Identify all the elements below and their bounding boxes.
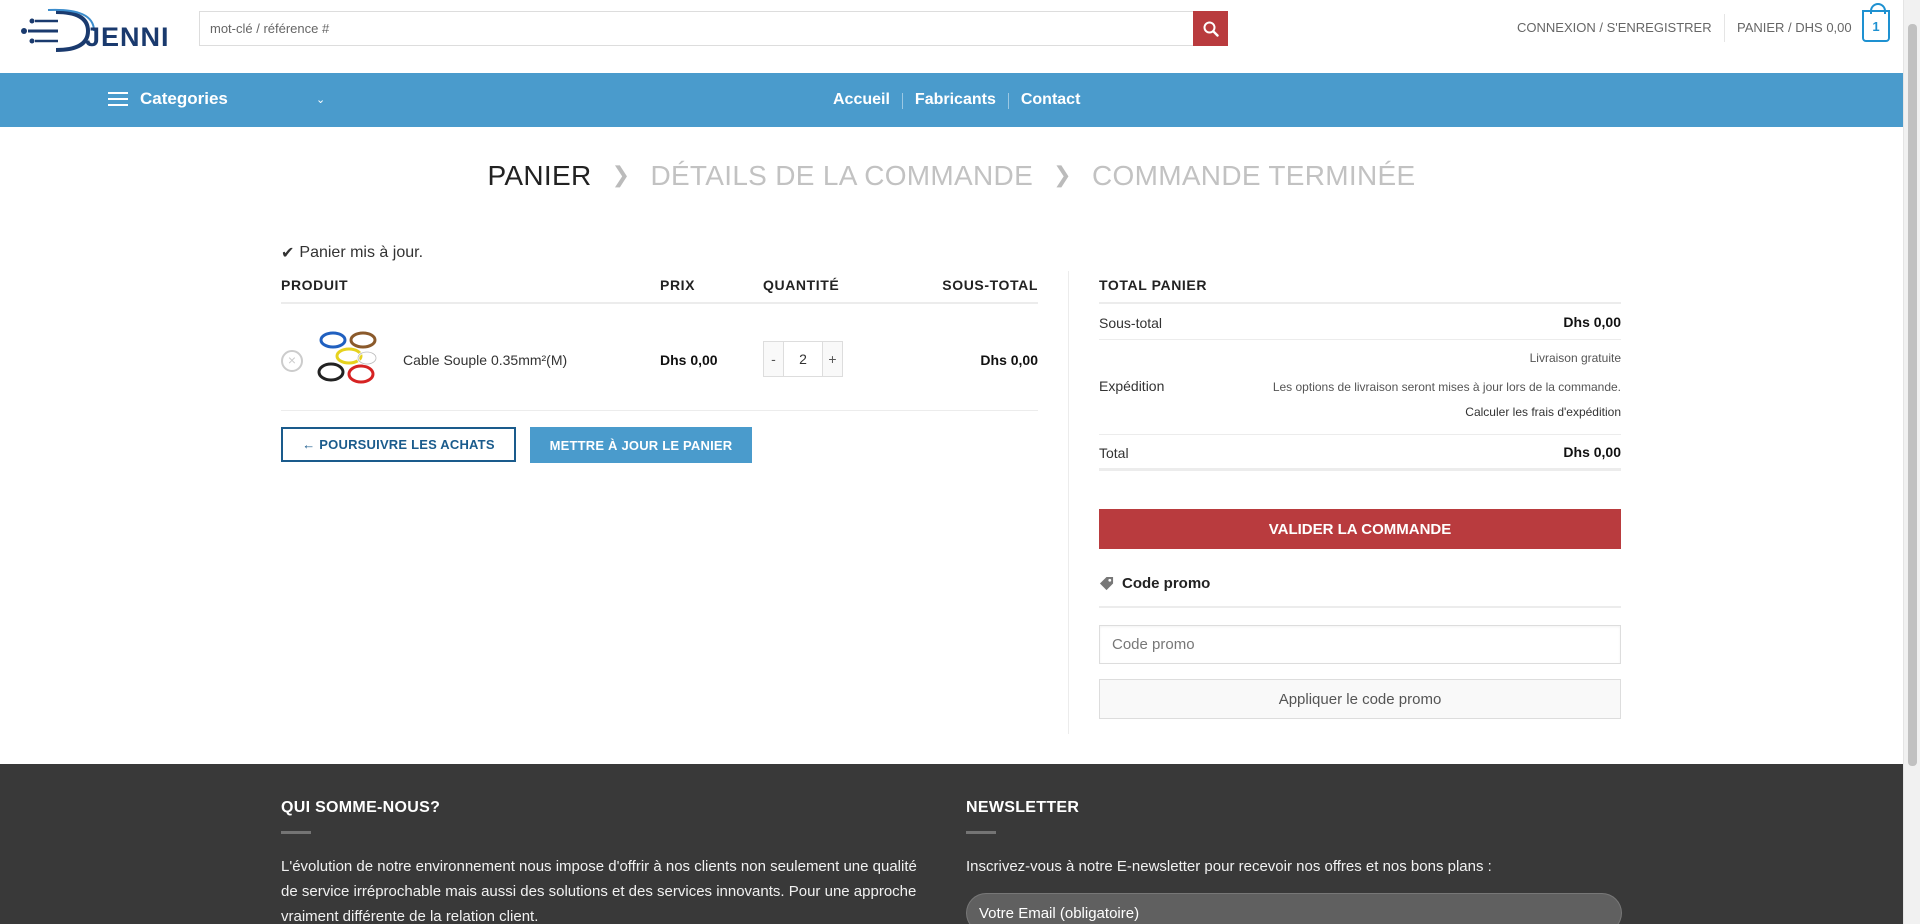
logo[interactable]: JENNI bbox=[18, 6, 170, 52]
search-button[interactable] bbox=[1193, 11, 1228, 46]
column-header-product: PRODUIT bbox=[281, 277, 349, 293]
checkout-button[interactable]: VALIDER LA COMMANDE bbox=[1099, 509, 1621, 549]
cart-totals: TOTAL PANIER Sous-total Dhs 0,00 Expédit… bbox=[1099, 277, 1621, 471]
remove-item-button[interactable]: × bbox=[281, 350, 303, 372]
chevron-right-icon: ❯ bbox=[611, 162, 631, 187]
column-header-quantity: QUANTITÉ bbox=[763, 277, 840, 293]
cart-updated-notice: ✔ Panier mis à jour. bbox=[281, 243, 423, 263]
footer-newsletter-title: NEWSLETTER bbox=[966, 799, 1080, 816]
site-footer: QUI SOMME-NOUS? L'évolution de notre env… bbox=[0, 764, 1903, 924]
page-scrollbar[interactable] bbox=[1903, 0, 1920, 924]
page: JENNI CONNEXION / S'ENREGISTRER PANIER /… bbox=[0, 0, 1903, 924]
product-subtotal: Dhs 0,00 bbox=[980, 352, 1038, 368]
checkout-breadcrumb: PANIER ❯ DÉTAILS DE LA COMMANDE ❯ COMMAN… bbox=[0, 160, 1903, 192]
login-link[interactable]: CONNEXION / S'ENREGISTRER bbox=[1517, 20, 1712, 35]
total-row: Total Dhs 0,00 bbox=[1099, 435, 1621, 471]
subtotal-row: Sous-total Dhs 0,00 bbox=[1099, 304, 1621, 340]
continue-shopping-button[interactable]: ← POURSUIVRE LES ACHATS bbox=[281, 427, 516, 462]
checkmark-icon: ✔ bbox=[281, 245, 295, 262]
header-divider bbox=[1724, 14, 1725, 42]
apply-promo-button[interactable]: Appliquer le code promo bbox=[1099, 679, 1621, 719]
search-input[interactable] bbox=[200, 12, 1193, 45]
nav-links: Accueil Fabricants Contact bbox=[833, 91, 1080, 109]
footer-about: QUI SOMME-NOUS? L'évolution de notre env… bbox=[281, 799, 931, 924]
cart-icon[interactable]: 1 bbox=[1862, 3, 1890, 42]
shipping-details: Livraison gratuite Les options de livrai… bbox=[1273, 344, 1621, 427]
footer-about-text: L'évolution de notre environnement nous … bbox=[281, 858, 917, 924]
quantity-plus-button[interactable]: + bbox=[822, 341, 843, 377]
quantity-stepper: - 2 + bbox=[763, 341, 843, 377]
promo-divider bbox=[1099, 606, 1621, 608]
total-value: Dhs 0,00 bbox=[1563, 444, 1621, 460]
quantity-input[interactable]: 2 bbox=[784, 341, 822, 377]
site-header: JENNI CONNEXION / S'ENREGISTRER PANIER /… bbox=[0, 0, 1903, 73]
categories-menu[interactable]: Categories bbox=[108, 89, 228, 109]
breadcrumb-order-complete: COMMANDE TERMINÉE bbox=[1091, 160, 1416, 191]
shipping-row: Expédition Livraison gratuite Les option… bbox=[1099, 340, 1621, 435]
search-icon bbox=[1203, 21, 1219, 37]
footer-about-title: QUI SOMME-NOUS? bbox=[281, 799, 441, 816]
product-thumbnail[interactable] bbox=[317, 328, 381, 390]
promo-title: Code promo bbox=[1122, 575, 1211, 592]
product-price: Dhs 0,00 bbox=[660, 352, 718, 368]
notice-text: Panier mis à jour. bbox=[299, 244, 424, 261]
chevron-right-icon: ❯ bbox=[1053, 162, 1072, 187]
breadcrumb-cart[interactable]: PANIER bbox=[488, 160, 592, 191]
footer-newsletter-text: Inscrivez-vous à notre E-newsletter pour… bbox=[966, 858, 1492, 875]
product-name-link[interactable]: Cable Souple 0.35mm²(M) bbox=[403, 352, 567, 368]
shipping-label: Expédition bbox=[1099, 378, 1165, 394]
breadcrumb-order-details[interactable]: DÉTAILS DE LA COMMANDE bbox=[650, 160, 1033, 191]
cable-image bbox=[317, 331, 378, 384]
promo-heading: Code promo bbox=[1099, 575, 1210, 592]
search-bar bbox=[199, 11, 1228, 46]
subtotal-value: Dhs 0,00 bbox=[1563, 314, 1621, 330]
cart-count-badge: 1 bbox=[1872, 18, 1880, 34]
nav-item-contact[interactable]: Contact bbox=[1021, 91, 1081, 109]
scrollbar-thumb[interactable] bbox=[1908, 24, 1917, 766]
column-divider bbox=[1068, 271, 1069, 734]
column-header-price: PRIX bbox=[660, 277, 696, 293]
cart-row: × Cable Souple 0.35mm²(M) Dhs 0,00 - 2 + bbox=[281, 304, 1038, 411]
shipping-method: Livraison gratuite bbox=[1529, 351, 1621, 365]
total-label: Total bbox=[1099, 445, 1129, 461]
tag-icon bbox=[1099, 576, 1114, 591]
chevron-down-icon[interactable]: ⌄ bbox=[316, 93, 325, 106]
footer-title-bar bbox=[966, 831, 996, 834]
promo-code-input[interactable] bbox=[1099, 625, 1621, 664]
shipping-calculator-link[interactable]: Calculer les frais d'expédition bbox=[1273, 398, 1621, 427]
nav-divider bbox=[901, 93, 903, 109]
cart-link[interactable]: PANIER / DHS 0,00 bbox=[1737, 20, 1852, 35]
nav-item-fabricants[interactable]: Fabricants bbox=[915, 91, 996, 109]
quantity-minus-button[interactable]: - bbox=[763, 341, 784, 377]
column-header-subtotal: SOUS-TOTAL bbox=[942, 277, 1038, 293]
newsletter-email-field[interactable]: Votre Email (obligatoire) bbox=[966, 893, 1622, 924]
main-nav: Categories ⌄ Accueil Fabricants Contact bbox=[0, 73, 1903, 127]
nav-item-accueil[interactable]: Accueil bbox=[833, 91, 890, 109]
categories-label: Categories bbox=[140, 89, 228, 108]
nav-divider bbox=[1007, 93, 1009, 109]
footer-title-bar bbox=[281, 831, 311, 834]
update-cart-button[interactable]: METTRE À JOUR LE PANIER bbox=[530, 427, 752, 463]
subtotal-label: Sous-total bbox=[1099, 315, 1163, 331]
footer-newsletter: NEWSLETTER Inscrivez-vous à notre E-news… bbox=[966, 799, 1622, 924]
menu-icon bbox=[108, 92, 128, 106]
logo-text: JENNI bbox=[85, 22, 170, 52]
cart-totals-title: TOTAL PANIER bbox=[1099, 277, 1208, 293]
